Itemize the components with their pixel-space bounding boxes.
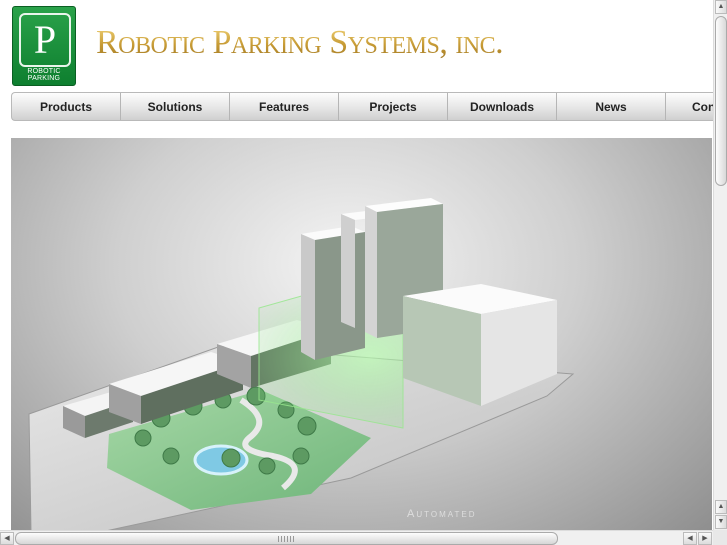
brand-title: Robotic Parking Systems, inc. xyxy=(96,24,504,61)
nav-item-news[interactable]: News xyxy=(557,93,666,120)
logo-letter: P xyxy=(19,13,71,67)
scroll-up-arrow-icon[interactable]: ▲ xyxy=(715,0,727,14)
hero-rendering: Automated xyxy=(11,138,712,532)
nav-item-products[interactable]: Products xyxy=(12,93,121,120)
nav-item-solutions[interactable]: Solutions xyxy=(121,93,230,120)
nav-item-downloads[interactable]: Downloads xyxy=(448,93,557,120)
parking-garage-illustration xyxy=(28,198,575,532)
scroll-left-arrow-icon[interactable]: ◀ xyxy=(0,532,14,545)
horizontal-scrollbar[interactable]: ◀ ◀ ▶ xyxy=(0,530,713,545)
logo-caption: ROBOTIC PARKING xyxy=(27,68,61,82)
nav-item-features[interactable]: Features xyxy=(230,93,339,120)
company-logo[interactable]: P ROBOTIC PARKING xyxy=(12,6,76,86)
scrollbar-corner xyxy=(713,530,727,545)
scroll-up-arrow-icon[interactable]: ▲ xyxy=(715,500,727,514)
vertical-scroll-thumb[interactable] xyxy=(715,16,727,186)
scroll-down-arrow-icon[interactable]: ▼ xyxy=(715,515,727,529)
scroll-grip-icon xyxy=(278,536,294,542)
scroll-left-arrow-icon[interactable]: ◀ xyxy=(683,532,697,545)
scroll-right-arrow-icon[interactable]: ▶ xyxy=(698,532,712,545)
vertical-scrollbar[interactable]: ▲ ▲ ▼ xyxy=(713,0,727,530)
horizontal-scroll-thumb[interactable] xyxy=(15,532,558,545)
main-nav: Products Solutions Features Projects Dow… xyxy=(11,92,727,121)
hero-caption: Automated xyxy=(407,508,477,520)
nav-item-projects[interactable]: Projects xyxy=(339,93,448,120)
